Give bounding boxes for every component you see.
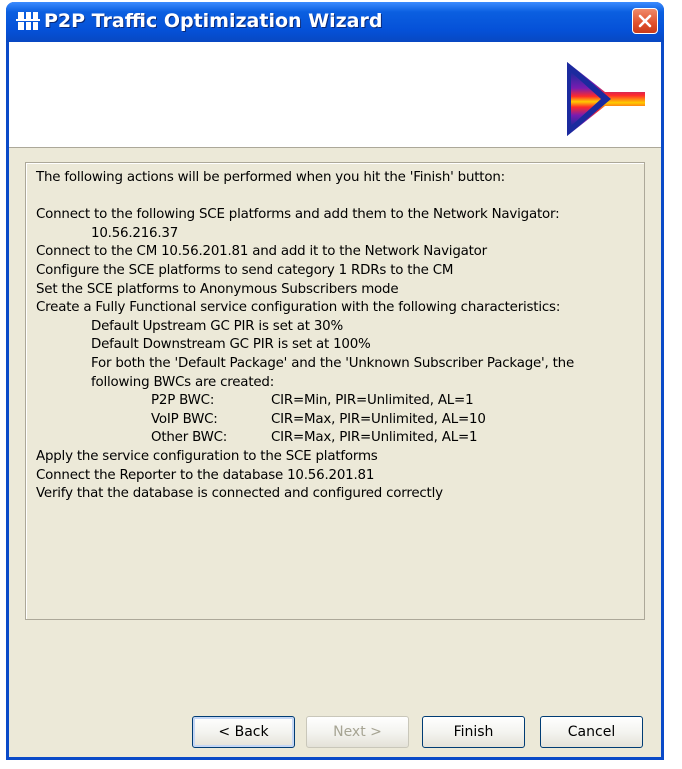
summary-line: Connect the Reporter to the database 10.… [36,467,375,483]
back-button[interactable]: < Back [192,716,295,748]
summary-line: Verify that the database is connected an… [36,486,443,502]
summary-line: Configure the SCE platforms to send cate… [36,262,454,278]
summary-line: The following actions will be performed … [36,170,505,185]
summary-line: Apply the service configuration to the S… [36,448,378,464]
finish-button[interactable]: Finish [422,716,525,748]
bwc-row: P2P BWC: CIR=Min, PIR=Unlimited, AL=1 [36,392,574,411]
summary-line: following BWCs are created: [91,374,275,390]
summary-line: For both the 'Default Package' and the '… [91,355,575,371]
summary-line [36,188,574,207]
summary-line: 10.56.216.37 [91,225,179,241]
bwc-name: Other BWC: [151,430,228,446]
summary-line: Default Upstream GC PIR is set at 30% [91,318,343,334]
next-button[interactable]: Next > [306,716,409,748]
summary-panel: The following actions will be performed … [25,162,645,620]
wizard-window: P2P Traffic Optimization Wizard The foll… [6,2,664,760]
title-bar[interactable]: P2P Traffic Optimization Wizard [6,2,664,42]
bwc-value: CIR=Max, PIR=Unlimited, AL=10 [271,411,486,427]
bwc-value: CIR=Max, PIR=Unlimited, AL=1 [271,430,478,446]
bwc-value: CIR=Min, PIR=Unlimited, AL=1 [271,393,474,409]
summary-line: Connect to the following SCE platforms a… [36,207,560,223]
close-button[interactable] [632,8,658,34]
close-icon [638,14,652,28]
bwc-name: VoIP BWC: [151,411,218,427]
summary-line: Set the SCE platforms to Anonymous Subsc… [36,281,399,297]
wizard-banner [9,42,661,148]
summary-line: Create a Fully Functional service config… [36,300,561,316]
summary-line: Connect to the CM 10.56.201.81 and add i… [36,244,487,260]
bwc-row: VoIP BWC: CIR=Max, PIR=Unlimited, AL=10 [36,411,574,430]
window-title: P2P Traffic Optimization Wizard [44,10,383,32]
cancel-button[interactable]: Cancel [540,716,643,748]
wizard-banner-graphic [567,62,645,136]
bwc-name: P2P BWC: [151,393,215,409]
summary-line: Default Downstream GC PIR is set at 100% [91,337,371,353]
wizard-icon [16,12,40,30]
bwc-row: Other BWC: CIR=Max, PIR=Unlimited, AL=1 [36,429,574,448]
